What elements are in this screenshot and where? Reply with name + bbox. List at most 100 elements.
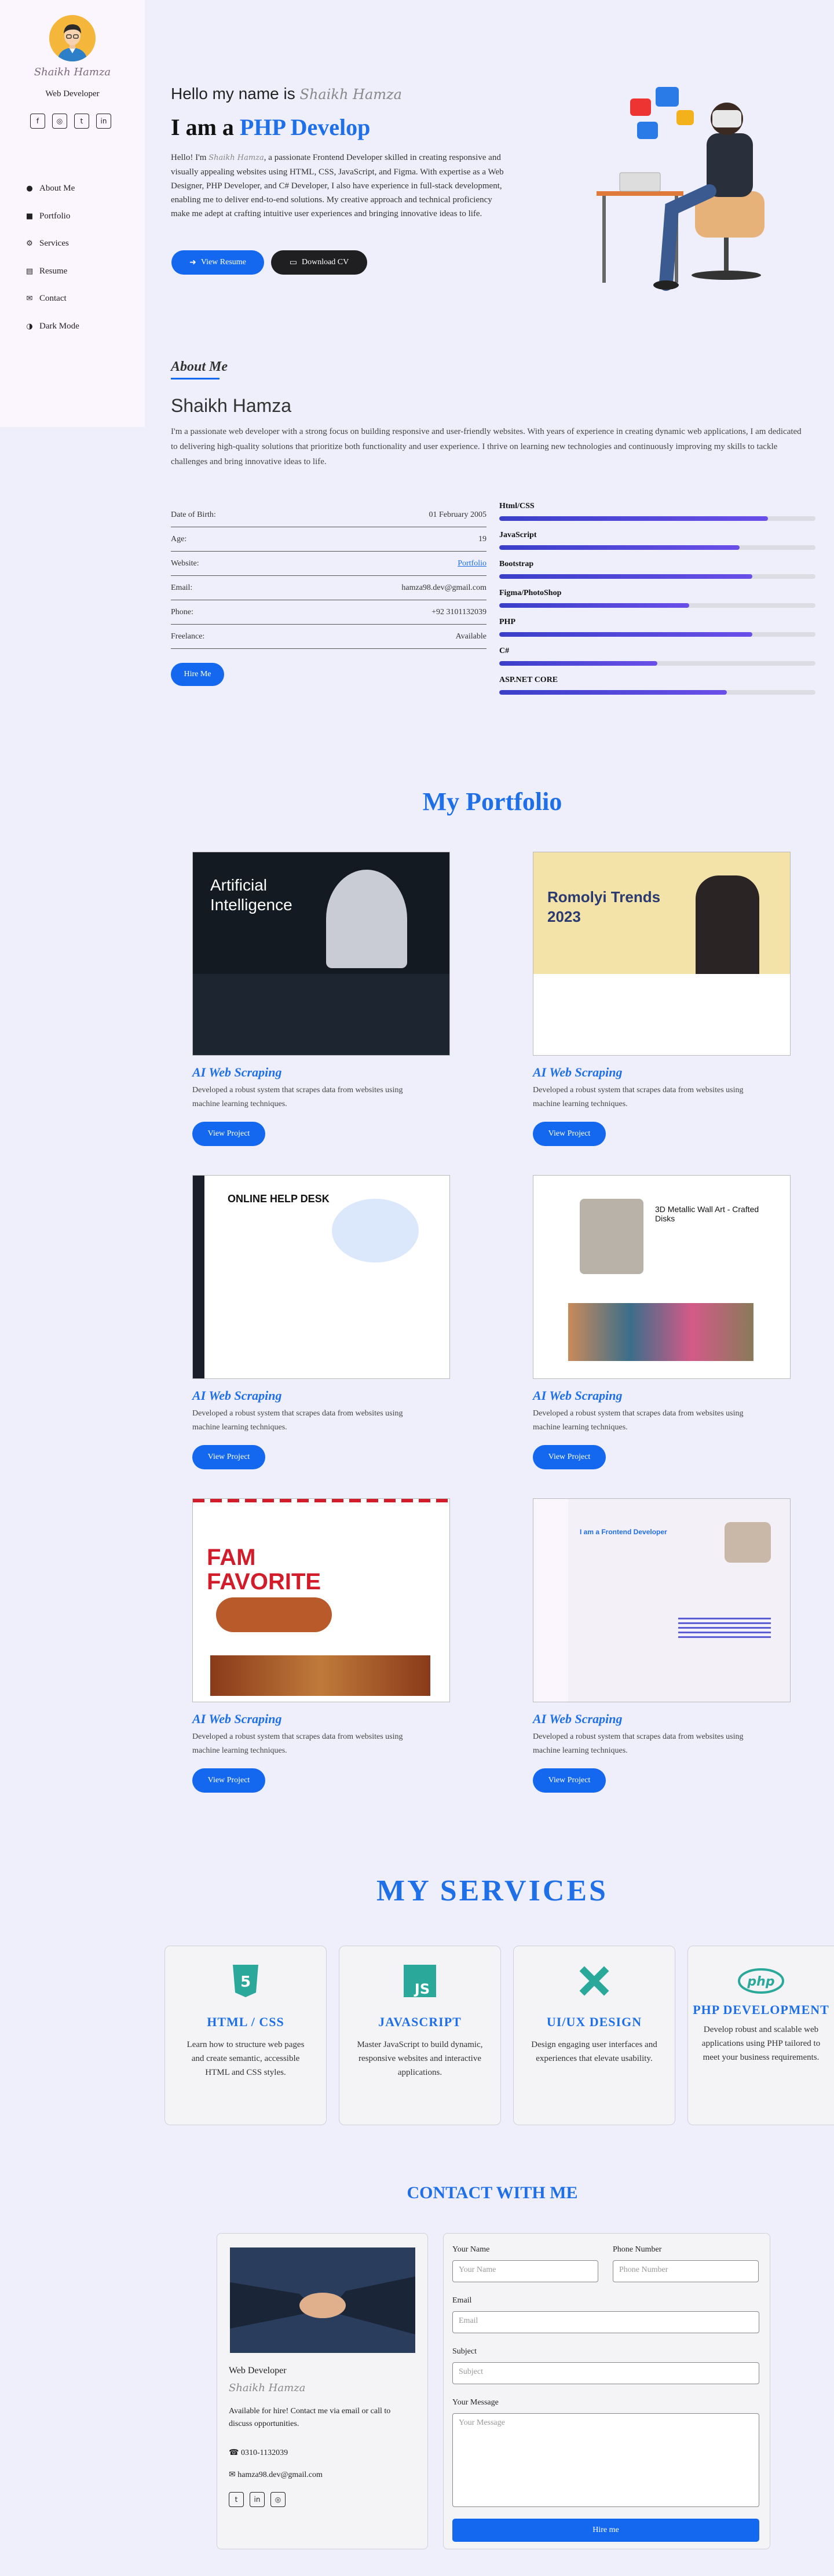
skill-item: ASP.NET CORE — [499, 676, 815, 705]
message-textarea[interactable]: Your Message — [452, 2413, 759, 2507]
github-icon[interactable]: ◎ — [270, 2492, 286, 2507]
hire-me-submit-button[interactable]: Hire me — [452, 2519, 759, 2542]
project-title: AI Web Scraping — [192, 1065, 282, 1079]
project-screenshot[interactable]: Romolyi Trends 2023 — [533, 852, 791, 1056]
nav-label: Portfolio — [39, 211, 71, 221]
skill-progress-track — [499, 690, 815, 695]
view-project-button[interactable]: View Project — [192, 1445, 265, 1469]
nav-label: Services — [39, 239, 69, 249]
hero-role: PHP Develop — [239, 114, 371, 140]
info-value: 01 February 2005 — [429, 510, 487, 519]
view-project-button[interactable]: View Project — [533, 1445, 606, 1469]
project-title: AI Web Scraping — [192, 1388, 282, 1403]
skill-item: Figma/PhotoShop — [499, 589, 815, 618]
skill-name: Figma/PhotoShop — [499, 589, 562, 597]
svg-text:php: php — [747, 1975, 774, 1989]
name-input[interactable]: Your Name — [452, 2260, 598, 2282]
project-description: Developed a robust system that scrapes d… — [192, 1086, 403, 1108]
phone-label: Phone Number — [613, 2245, 662, 2254]
hero-greeting: Hello my name is Shaikh Hamza — [171, 85, 402, 103]
subject-label: Subject — [452, 2347, 477, 2356]
hero-intro: Hello! I'm Shaikh Hamza, a passionate Fr… — [171, 151, 513, 221]
download-cv-label: Download CV — [301, 258, 349, 267]
skill-progress-track — [499, 545, 815, 550]
screenshot-caption: ONLINE HELP DESK — [228, 1193, 330, 1205]
nav-item-contact[interactable]: ✉ Contact — [25, 285, 79, 313]
service-card: UI/UX DESIGN Design engaging user interf… — [513, 1946, 675, 2125]
contact-email: hamza98.dev@gmail.com — [237, 2471, 323, 2479]
info-row: Email: hamza98.dev@gmail.com — [171, 576, 487, 600]
info-value: Available — [455, 632, 487, 641]
service-description: Learn how to structure web pages and cre… — [186, 2040, 305, 2077]
project-screenshot[interactable]: ONLINE HELP DESK — [192, 1175, 450, 1379]
document-icon: ▤ — [25, 267, 34, 276]
info-key: Age: — [171, 534, 187, 543]
phone-icon: ☎ — [229, 2448, 239, 2457]
user-icon: ● — [26, 184, 33, 194]
skill-progress-fill — [499, 574, 752, 579]
nav-label: Resume — [39, 266, 68, 276]
service-card: php PHP DEVELOPMENT Develop robust and s… — [687, 1946, 834, 2125]
info-row: Age: 19 — [171, 527, 487, 552]
about-heading: About Me — [171, 359, 228, 374]
nav-item-services[interactable]: ⚙ Services — [25, 230, 79, 258]
nav-item-dark-mode[interactable]: ◑ Dark Mode — [25, 313, 79, 341]
view-resume-label: View Resume — [200, 258, 246, 267]
subject-input[interactable]: Subject — [452, 2362, 759, 2384]
info-row: Date of Birth: 01 February 2005 — [171, 503, 487, 527]
project-screenshot[interactable]: FAM FAVORITE — [192, 1498, 450, 1702]
nav-item-about[interactable]: ● About Me — [25, 175, 79, 203]
about-name: Shaikh Hamza — [171, 395, 292, 416]
handshake-image — [230, 2247, 415, 2353]
service-name: PHP DEVELOPMENT — [693, 2002, 829, 2017]
download-cv-button[interactable]: ▭ Download CV — [271, 250, 367, 275]
linkedin-icon[interactable]: in — [250, 2492, 265, 2507]
skill-name: Html/CSS — [499, 502, 535, 510]
services-title: MY SERVICES — [376, 1874, 608, 1907]
email-input[interactable]: Email — [452, 2311, 759, 2333]
about-text: I'm a passionate web developer with a st… — [171, 427, 802, 466]
project-screenshot[interactable]: I am a Frontend Developer — [533, 1498, 791, 1702]
skill-name: JavaScript — [499, 531, 537, 539]
skill-name: ASP.NET CORE — [499, 676, 558, 684]
phone-input[interactable]: Phone Number — [613, 2260, 759, 2282]
twitter-icon[interactable]: t — [74, 114, 89, 129]
hire-me-button[interactable]: Hire Me — [171, 663, 224, 686]
instagram-icon[interactable]: ◎ — [52, 114, 67, 129]
twitter-icon[interactable]: t — [229, 2492, 244, 2507]
contact-availability: Available for hire! Contact me via email… — [229, 2407, 391, 2428]
skill-progress-fill — [499, 632, 752, 637]
message-label: Your Message — [452, 2398, 499, 2407]
info-value: hamza98.dev@gmail.com — [401, 583, 487, 592]
name-label: Your Name — [452, 2245, 490, 2254]
project-screenshot[interactable]: Artificial Intelligence — [192, 852, 450, 1056]
nav-item-resume[interactable]: ▤ Resume — [25, 258, 79, 286]
nav-item-portfolio[interactable]: ■ Portfolio — [25, 203, 79, 231]
view-project-button[interactable]: View Project — [192, 1122, 265, 1146]
skill-progress-track — [499, 516, 815, 521]
pencil-ruler-icon — [576, 1962, 613, 1999]
project-description: Developed a robust system that scrapes d… — [533, 1086, 744, 1108]
html5-icon: 5 — [227, 1962, 264, 1999]
project-description: Developed a robust system that scrapes d… — [192, 1732, 403, 1755]
skill-progress-fill — [499, 516, 769, 521]
project-title: AI Web Scraping — [192, 1712, 282, 1726]
view-resume-button[interactable]: ➜ View Resume — [171, 250, 264, 275]
website-link[interactable]: Portfolio — [458, 559, 487, 568]
info-row: Phone: +92 3101132039 — [171, 600, 487, 625]
view-project-button[interactable]: View Project — [533, 1768, 606, 1793]
info-key: Website: — [171, 559, 199, 568]
service-card: 5 HTML / CSS Learn how to structure web … — [164, 1946, 327, 2125]
hero-iam: I am a — [171, 114, 234, 140]
view-project-button[interactable]: View Project — [192, 1768, 265, 1793]
hero-intro-a: Hello! I'm — [171, 153, 207, 162]
linkedin-icon[interactable]: in — [96, 114, 111, 129]
sidebar-social-links: f ◎ t in — [30, 114, 111, 129]
service-description: Develop robust and scalable web applicat… — [701, 2025, 821, 2062]
skill-item: JavaScript — [499, 531, 815, 560]
project-title: AI Web Scraping — [533, 1065, 623, 1079]
facebook-icon[interactable]: f — [30, 114, 45, 129]
project-screenshot[interactable]: 3D Metallic Wall Art - Crafted Disks — [533, 1175, 791, 1379]
sidebar: Shaikh Hamza Web Developer f ◎ t in ● Abo… — [0, 0, 145, 427]
view-project-button[interactable]: View Project — [533, 1122, 606, 1146]
